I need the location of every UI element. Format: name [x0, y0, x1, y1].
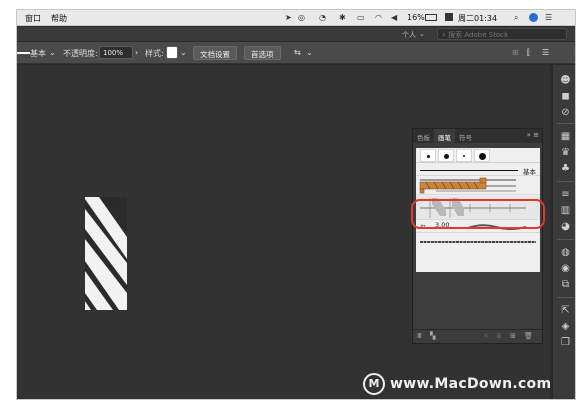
battery-icon[interactable]: [425, 14, 437, 21]
cc-icon[interactable]: ◎: [298, 13, 305, 22]
brush-dot-2[interactable]: [438, 149, 454, 162]
brush-dot-4[interactable]: [474, 149, 490, 162]
watermark-text: www.MacDown.com: [390, 376, 552, 392]
menu-help[interactable]: 帮助: [51, 13, 67, 24]
spotlight-icon[interactable]: ⌕: [514, 13, 518, 23]
clock[interactable]: 周二01:34: [458, 13, 497, 24]
siri-icon[interactable]: [529, 13, 538, 22]
brush-basic-label: 基本: [523, 168, 536, 176]
gradient-icon[interactable]: ▥: [559, 205, 572, 217]
stroke-brush-label[interactable]: 基本: [30, 48, 46, 59]
brush-dot-3[interactable]: [456, 149, 472, 162]
color-icon[interactable]: ◼: [559, 91, 572, 103]
chevron-down-icon[interactable]: ⌄: [419, 30, 425, 38]
symbols-icon[interactable]: ♣: [559, 163, 572, 175]
charcoal-brush-row[interactable]: [416, 234, 540, 248]
screenshot-frame: 窗口 帮助 ➤ ◎ ◔ ✱ ▭ ◠ ◀ 16% 周二01:34 ⌕ ☰ 个人 ⌄…: [0, 0, 585, 407]
watermark-logo-icon: M: [363, 373, 385, 395]
chevron-down-icon[interactable]: ⌄: [306, 48, 313, 57]
graphic-styles-icon[interactable]: ◉: [559, 263, 572, 275]
panel-tabs: 色板 画笔 符号 » ≡: [413, 129, 542, 143]
options-selected-icon[interactable]: ≣: [496, 332, 502, 340]
airplay-icon[interactable]: ▭: [357, 13, 365, 22]
pattern-brushes-row[interactable]: [416, 177, 540, 195]
pattern-brush-preview: [419, 177, 516, 194]
libraries-icon[interactable]: ◍: [559, 247, 572, 259]
asset-export-icon[interactable]: ⧉: [559, 279, 572, 291]
color-guide-icon[interactable]: ☻: [559, 75, 572, 87]
brush-basic-row[interactable]: 基本: [416, 164, 540, 176]
panel-menu-icon[interactable]: » ≡: [527, 131, 539, 139]
swatches-icon[interactable]: ▦: [559, 131, 572, 143]
chevron-down-icon[interactable]: ⌄: [180, 48, 187, 57]
opacity-input[interactable]: 100%: [99, 46, 133, 59]
menu-window[interactable]: 窗口: [25, 13, 41, 24]
history-icon[interactable]: ◔: [319, 13, 326, 22]
brush-dot-1[interactable]: [420, 149, 436, 162]
chevron-down-icon[interactable]: ⌄: [49, 48, 56, 57]
chevron-right-icon[interactable]: ›: [135, 48, 138, 57]
layers-icon[interactable]: ◈: [559, 321, 572, 333]
location-icon[interactable]: ➤: [285, 13, 292, 22]
arrange-icon[interactable]: ⊞: [512, 48, 519, 57]
stroke-preview[interactable]: [17, 52, 30, 54]
control-bar: 基本 ⌄ 不透明度: 100% › 样式: ⌄ 文档设置 首选项 ⇆ ⌄ ⊞ ⫿…: [17, 42, 575, 64]
workspace-user[interactable]: 个人: [402, 30, 416, 40]
app-header: 个人 ⌄ ⌕ 搜索 Adobe Stock: [17, 27, 575, 41]
basic-stroke-line: [420, 170, 518, 171]
delete-brush-icon[interactable]: 🗑: [524, 332, 533, 340]
search-placeholder: 搜索 Adobe Stock: [448, 31, 509, 39]
volume-icon[interactable]: ◀: [391, 13, 397, 22]
document-setup-button[interactable]: 文档设置: [193, 46, 237, 60]
battery-percent: 16%: [407, 13, 425, 22]
appearance-icon[interactable]: ⊘: [559, 107, 572, 119]
stroke-icon[interactable]: ≡: [559, 189, 572, 201]
brushes-panel: 色板 画笔 符号 » ≡ 基本 ➳ 3.00 Ⅲ ▚ ✕ ≣ ⊞ 🗑: [412, 128, 543, 344]
calligraphic-brushes-row: [416, 148, 540, 163]
mac-menubar: 窗口 帮助 ➤ ◎ ◔ ✱ ▭ ◠ ◀ 16% 周二01:34 ⌕ ☰: [17, 10, 575, 26]
panel-dock: ☻ ◼ ⊘ ▦ ♛ ♣ ≡ ▥ ◕ ◍ ◉ ⧉ ⇱ ◈ ❐: [552, 65, 575, 399]
brushes-icon[interactable]: ♛: [559, 147, 572, 159]
striped-artwork[interactable]: [85, 197, 127, 310]
illustrator-window: 窗口 帮助 ➤ ◎ ◔ ✱ ▭ ◠ ◀ 16% 周二01:34 ⌕ ☰ 个人 ⌄…: [16, 9, 576, 400]
menu-icon[interactable]: ☰: [542, 48, 549, 57]
brush-options-icon[interactable]: ▚: [430, 332, 435, 340]
input-method-icon[interactable]: [445, 13, 453, 21]
artboards-icon[interactable]: ❐: [559, 337, 572, 349]
opacity-label: 不透明度:: [63, 49, 98, 58]
preferences-button[interactable]: 首选项: [244, 46, 281, 60]
notification-center-icon[interactable]: ☰: [545, 13, 552, 22]
panel-footer: Ⅲ ▚ ✕ ≣ ⊞ 🗑: [413, 329, 542, 343]
transform-icon[interactable]: ⇆: [294, 48, 301, 57]
brush-libraries-icon[interactable]: Ⅲ: [417, 332, 422, 340]
tab-symbols[interactable]: 符号: [459, 132, 472, 142]
style-swatch[interactable]: [166, 46, 178, 59]
highlight-circle-annotation: [411, 199, 545, 229]
bluetooth-icon[interactable]: ✱: [339, 13, 346, 22]
tab-brushes[interactable]: 画笔: [434, 129, 455, 143]
export-icon[interactable]: ⇱: [559, 305, 572, 317]
wifi-icon[interactable]: ◠: [375, 13, 382, 22]
new-brush-icon[interactable]: ⊞: [510, 332, 516, 340]
style-label: 样式:: [145, 49, 164, 58]
charcoal-brush-preview: [420, 241, 536, 243]
align-icon[interactable]: ⫿: [527, 48, 530, 58]
tab-swatches[interactable]: 色板: [417, 132, 430, 142]
adobe-stock-search[interactable]: ⌕ 搜索 Adobe Stock: [437, 28, 567, 40]
remove-stroke-icon[interactable]: ✕: [483, 332, 489, 340]
transparency-icon[interactable]: ◕: [559, 221, 572, 233]
